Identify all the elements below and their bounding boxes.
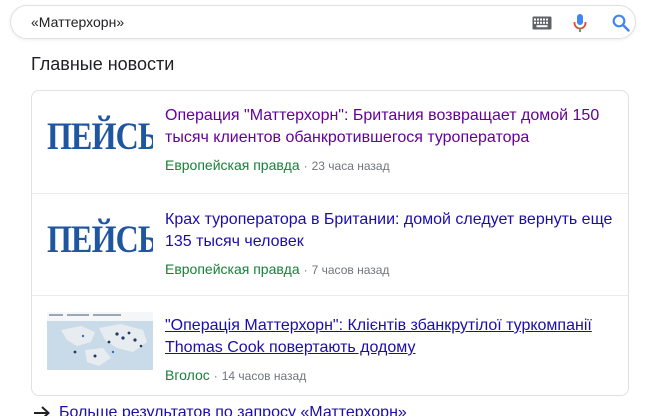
news-time: 14 часов назад: [221, 369, 307, 383]
news-source: Европейская правда: [165, 261, 300, 277]
more-results-label: Больше результатов по запросу «Маттерхор…: [59, 404, 407, 416]
news-meta: Вголос · 14 часов назад: [165, 367, 306, 383]
news-headline-link[interactable]: Крах туроператора в Британии: домой след…: [165, 209, 615, 253]
news-item[interactable]: "Операція Маттерхорн": Клієнтів збанкрут…: [32, 295, 628, 395]
news-item[interactable]: ПЕЙСЫ Операция "Маттерхорн": Британия во…: [32, 91, 628, 193]
publisher-logo-text: ПЕЙСЫ: [47, 115, 153, 158]
news-time: 23 часа назад: [311, 159, 390, 173]
news-source: Европейская правда: [165, 157, 300, 173]
keyboard-icon[interactable]: [532, 16, 552, 30]
search-bar: [10, 5, 636, 39]
news-headline-link[interactable]: "Операція Маттерхорн": Клієнтів збанкрут…: [165, 315, 615, 359]
publisher-logo-text: ПЕЙСЫ: [47, 218, 153, 261]
search-icon[interactable]: [612, 14, 630, 32]
search-input[interactable]: [31, 6, 511, 38]
more-results-link[interactable]: Больше результатов по запросу «Маттерхор…: [33, 404, 407, 416]
arrow-right-icon: [34, 406, 50, 416]
publisher-logo[interactable]: ПЕЙСЫ: [47, 110, 153, 168]
news-meta: Европейская правда · 23 часа назад: [165, 157, 390, 173]
news-source: Вголос: [165, 367, 210, 383]
news-meta: Европейская правда · 7 часов назад: [165, 261, 389, 277]
top-stories-title: Главные новости: [31, 54, 175, 74]
publisher-logo[interactable]: ПЕЙСЫ: [47, 213, 153, 271]
map-thumbnail[interactable]: [47, 312, 153, 370]
top-stories-card: ПЕЙСЫ Операция "Маттерхорн": Британия во…: [31, 90, 629, 396]
news-headline-link[interactable]: Операция "Маттерхорн": Британия возвраща…: [165, 105, 615, 149]
meta-separator: ·: [303, 263, 308, 277]
meta-separator: ·: [303, 159, 308, 173]
news-item[interactable]: ПЕЙСЫ Крах туроператора в Британии: домо…: [32, 193, 628, 295]
search-results-page: Главные новости ПЕЙСЫ Операция "Маттерхо…: [0, 0, 664, 416]
map-thumbnail-image: [47, 312, 153, 370]
news-time: 7 часов назад: [311, 263, 390, 277]
meta-separator: ·: [213, 369, 218, 383]
mic-icon[interactable]: [572, 13, 588, 33]
